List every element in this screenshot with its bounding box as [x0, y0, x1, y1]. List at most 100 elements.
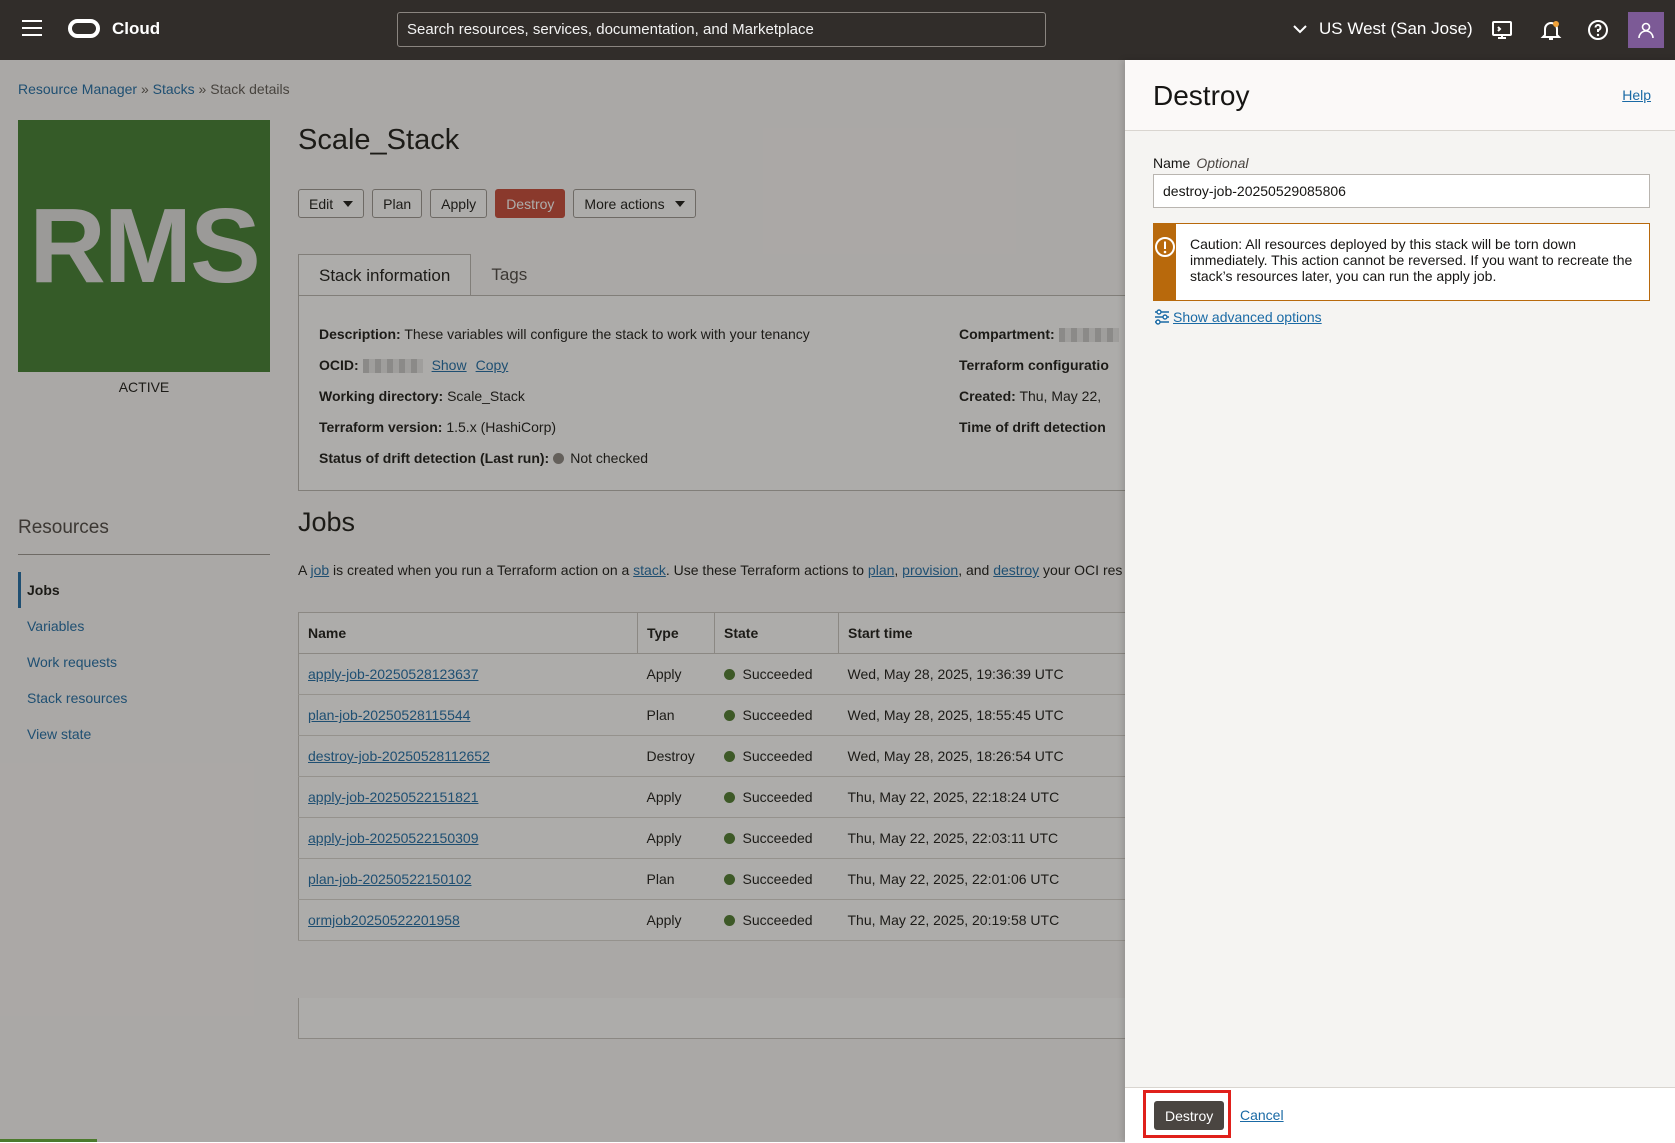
- job-name-link[interactable]: plan-job-20250522150102: [308, 871, 471, 887]
- user-icon: [1638, 22, 1654, 39]
- user-avatar[interactable]: [1628, 12, 1664, 48]
- job-state-cell: Succeeded: [714, 735, 839, 777]
- job-name-link[interactable]: ormjob20250522201958: [308, 912, 460, 928]
- description-row: Description: These variables will config…: [319, 326, 810, 342]
- stack-link[interactable]: stack: [633, 562, 666, 578]
- caret-down-icon: [674, 200, 685, 207]
- more-actions-button[interactable]: More actions: [573, 189, 696, 218]
- workdir-label: Working directory:: [319, 388, 444, 404]
- table-row: destroy-job-20250528112652 Destroy Succe…: [298, 735, 1125, 777]
- column-header-state[interactable]: State: [714, 612, 839, 654]
- job-state-cell: Succeeded: [714, 817, 839, 859]
- name-field-label: Name Optional: [1153, 155, 1249, 171]
- panel-header: Destroy Help: [1125, 60, 1675, 131]
- cloud-shell-icon[interactable]: [1490, 18, 1514, 42]
- job-name-link[interactable]: apply-job-20250522151821: [308, 789, 478, 805]
- job-name-cell: apply-job-20250528123637: [298, 653, 638, 695]
- terraform-config-row: Terraform configuratio: [959, 357, 1109, 373]
- resources-item-jobs[interactable]: Jobs: [18, 572, 270, 608]
- success-dot-icon: [723, 792, 735, 803]
- ocid-redacted-value: [362, 359, 423, 374]
- column-header-start-time[interactable]: Start time: [838, 612, 1125, 654]
- column-header-name[interactable]: Name: [298, 612, 638, 654]
- compartment-row: Compartment:: [959, 326, 1119, 343]
- resources-item-work-requests[interactable]: Work requests: [18, 644, 270, 680]
- drift-label: Status of drift detection (Last run):: [319, 450, 550, 466]
- job-start-cell: Wed, May 28, 2025, 19:36:39 UTC: [838, 653, 1125, 695]
- caution-message: Caution: All resources deployed by this …: [1190, 236, 1633, 284]
- column-header-type[interactable]: Type: [637, 612, 715, 654]
- menu-icon[interactable]: [22, 20, 42, 36]
- job-name-link[interactable]: apply-job-20250528123637: [308, 666, 478, 682]
- description-label: Description:: [319, 326, 401, 342]
- apply-button[interactable]: Apply: [430, 189, 488, 218]
- job-state-cell: Succeeded: [714, 858, 839, 900]
- help-icon[interactable]: [1586, 18, 1610, 42]
- confirm-destroy-button[interactable]: Destroy: [1154, 1101, 1225, 1130]
- destroy-link[interactable]: destroy: [993, 562, 1039, 578]
- job-name-cell: plan-job-20250522150102: [298, 858, 638, 900]
- job-state: Succeeded: [742, 707, 813, 723]
- job-link[interactable]: job: [310, 562, 329, 578]
- job-name-cell: apply-job-20250522151821: [298, 776, 638, 818]
- tab-stack-information[interactable]: Stack information: [298, 254, 472, 296]
- resources-title: Resources: [18, 517, 109, 538]
- region-label: US West (San Jose): [1319, 19, 1473, 38]
- edit-label: Edit: [309, 195, 334, 212]
- provision-link[interactable]: provision: [902, 562, 958, 578]
- job-start-cell: Wed, May 28, 2025, 18:26:54 UTC: [838, 735, 1125, 777]
- desc-text: is created when you run a Terraform acti…: [329, 562, 634, 578]
- plan-button[interactable]: Plan: [372, 189, 423, 218]
- oracle-logo-icon[interactable]: [68, 19, 100, 38]
- breadcrumb-current: Stack details: [210, 81, 290, 97]
- breadcrumb-stacks[interactable]: Stacks: [153, 81, 195, 97]
- success-dot-icon: [723, 669, 735, 680]
- stack-details-page: Resource Manager » Stacks » Stack detail…: [0, 60, 1125, 1142]
- job-name-link[interactable]: apply-job-20250522150309: [308, 830, 478, 846]
- ocid-row: OCID: Show Copy: [319, 357, 509, 374]
- table-row: apply-job-20250522151821 Apply Succeeded…: [298, 776, 1125, 818]
- job-name-cell: plan-job-20250528115544: [298, 694, 638, 736]
- status-dot-icon: [553, 453, 565, 464]
- job-type-cell: Destroy: [637, 735, 715, 777]
- brand-name[interactable]: Cloud: [112, 19, 160, 39]
- desc-text: , and: [958, 562, 994, 578]
- job-start-cell: Thu, May 22, 2025, 20:19:58 UTC: [838, 899, 1125, 941]
- description-value: These variables will configure the stack…: [404, 326, 810, 342]
- table-footer: [298, 998, 1125, 1039]
- show-advanced-options-link[interactable]: Show advanced options: [1153, 308, 1322, 326]
- breadcrumb-resource-manager[interactable]: Resource Manager: [18, 81, 137, 97]
- breadcrumb: Resource Manager » Stacks » Stack detail…: [18, 81, 290, 97]
- help-link[interactable]: Help: [1622, 87, 1651, 103]
- more-actions-label: More actions: [584, 195, 665, 212]
- job-name-field[interactable]: [1153, 174, 1650, 208]
- ocid-copy-link[interactable]: Copy: [476, 357, 509, 373]
- edit-button[interactable]: Edit: [298, 189, 365, 218]
- tfver-value: 1.5.x (HashiCorp): [446, 419, 557, 435]
- resources-item-view-state[interactable]: View state: [18, 716, 270, 752]
- breadcrumb-separator: »: [198, 81, 207, 97]
- job-name-link[interactable]: destroy-job-20250528112652: [308, 748, 490, 764]
- resources-item-variables[interactable]: Variables: [18, 608, 270, 644]
- top-navigation-bar: Cloud US West (San Jose): [0, 0, 1675, 60]
- job-state: Succeeded: [742, 830, 813, 846]
- notification-bell-icon[interactable]: [1539, 18, 1563, 42]
- job-name-link[interactable]: plan-job-20250528115544: [308, 707, 470, 723]
- ocid-show-link[interactable]: Show: [432, 357, 467, 373]
- job-state: Succeeded: [742, 789, 813, 805]
- search-input[interactable]: [397, 12, 1046, 47]
- job-start-cell: Thu, May 22, 2025, 22:03:11 UTC: [838, 817, 1125, 859]
- stack-status: ACTIVE: [118, 379, 170, 395]
- cancel-link[interactable]: Cancel: [1240, 1107, 1284, 1123]
- drifttime-label: Time of drift detection: [959, 419, 1106, 435]
- drift-value: Not checked: [570, 450, 649, 466]
- tab-tags[interactable]: Tags: [471, 254, 547, 295]
- job-state-cell: Succeeded: [714, 694, 839, 736]
- resources-item-stack-resources[interactable]: Stack resources: [18, 680, 270, 716]
- plan-link[interactable]: plan: [868, 562, 894, 578]
- destroy-button[interactable]: Destroy: [495, 189, 566, 218]
- desc-text: A: [298, 562, 311, 578]
- ocid-label: OCID:: [319, 357, 359, 373]
- compartment-redacted-value: [1058, 328, 1119, 343]
- region-selector[interactable]: US West (San Jose): [1293, 19, 1473, 39]
